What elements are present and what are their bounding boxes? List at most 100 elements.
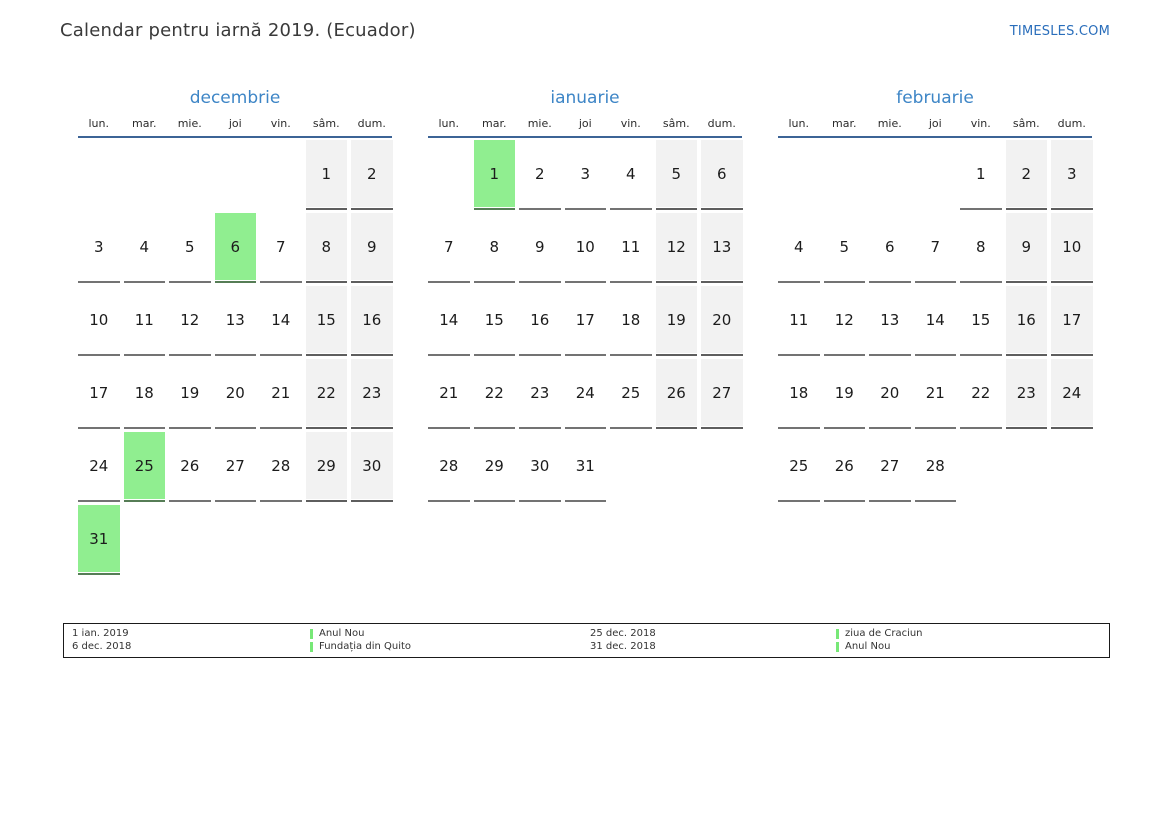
empty-cell <box>778 138 820 211</box>
empty-cell <box>428 138 470 211</box>
month-title: decembrie <box>78 88 392 108</box>
month-calendar: ianuarie lun.mar.mie.joivin.sâm.dum. 123… <box>428 88 742 503</box>
holiday-marker-icon <box>310 629 313 639</box>
empty-cell <box>610 430 652 503</box>
day-cell: 20 <box>701 284 743 357</box>
month-grid: 1234567891011121314151617181920212223242… <box>78 138 392 576</box>
day-cell: 28 <box>915 430 957 503</box>
day-cell: 2 <box>519 138 561 211</box>
empty-cell <box>124 138 166 211</box>
weekday-label: joi <box>215 117 257 130</box>
month-calendar: decembrie lun.mar.mie.joivin.sâm.dum. 12… <box>78 88 392 576</box>
day-cell: 7 <box>428 211 470 284</box>
legend-entry: ziua de Craciun <box>836 628 1109 641</box>
day-cell: 21 <box>260 357 302 430</box>
holiday-marker-icon <box>836 642 839 652</box>
months-row: decembrie lun.mar.mie.joivin.sâm.dum. 12… <box>78 88 1092 576</box>
weekday-header: lun.mar.mie.joivin.sâm.dum. <box>78 117 392 138</box>
day-cell: 8 <box>474 211 516 284</box>
day-cell: 28 <box>428 430 470 503</box>
day-cell: 4 <box>124 211 166 284</box>
holiday-day-cell: 25 <box>124 430 166 503</box>
weekday-label: sâm. <box>306 117 348 130</box>
legend-box: 1 ian. 20196 dec. 2018Anul NouFundația d… <box>63 623 1110 658</box>
brand-link[interactable]: TIMESLES.COM <box>1010 24 1110 39</box>
legend-date: 31 dec. 2018 <box>590 641 836 654</box>
weekday-label: lun. <box>428 117 470 130</box>
weekday-label: mie. <box>869 117 911 130</box>
legend-label: ziua de Craciun <box>845 628 923 641</box>
day-cell: 18 <box>124 357 166 430</box>
weekday-label: mar. <box>824 117 866 130</box>
day-cell: 26 <box>824 430 866 503</box>
day-cell: 13 <box>701 211 743 284</box>
empty-cell <box>351 503 393 576</box>
day-cell: 21 <box>915 357 957 430</box>
calendar-page: Calendar pentru iarnă 2019. (Ecuador) TI… <box>0 0 1169 658</box>
legend-date: 25 dec. 2018 <box>590 628 836 641</box>
day-cell: 3 <box>78 211 120 284</box>
day-cell: 20 <box>215 357 257 430</box>
day-cell: 12 <box>656 211 698 284</box>
day-cell: 19 <box>656 284 698 357</box>
day-cell: 24 <box>565 357 607 430</box>
day-cell: 10 <box>78 284 120 357</box>
day-cell: 15 <box>960 284 1002 357</box>
legend-entry: Anul Nou <box>310 628 590 641</box>
empty-cell <box>1051 430 1093 503</box>
day-cell: 30 <box>351 430 393 503</box>
legend-dates-column: 1 ian. 20196 dec. 2018 <box>72 628 310 653</box>
weekday-label: mie. <box>169 117 211 130</box>
holiday-marker-icon <box>836 629 839 639</box>
day-cell: 15 <box>474 284 516 357</box>
day-cell: 16 <box>1006 284 1048 357</box>
day-cell: 19 <box>824 357 866 430</box>
day-cell: 29 <box>474 430 516 503</box>
day-cell: 16 <box>351 284 393 357</box>
day-cell: 2 <box>1006 138 1048 211</box>
day-cell: 9 <box>519 211 561 284</box>
day-cell: 15 <box>306 284 348 357</box>
legend-dates-column: 25 dec. 201831 dec. 2018 <box>590 628 836 653</box>
day-cell: 24 <box>78 430 120 503</box>
day-cell: 24 <box>1051 357 1093 430</box>
empty-cell <box>215 503 257 576</box>
weekday-label: lun. <box>778 117 820 130</box>
weekday-label: dum. <box>1051 117 1093 130</box>
day-cell: 14 <box>260 284 302 357</box>
day-cell: 12 <box>169 284 211 357</box>
day-cell: 14 <box>428 284 470 357</box>
day-cell: 20 <box>869 357 911 430</box>
day-cell: 8 <box>960 211 1002 284</box>
day-cell: 27 <box>215 430 257 503</box>
empty-cell <box>960 430 1002 503</box>
legend-date: 1 ian. 2019 <box>72 628 310 641</box>
month-grid: 1234567891011121314151617181920212223242… <box>428 138 742 503</box>
holiday-day-cell: 31 <box>78 503 120 576</box>
empty-cell <box>701 430 743 503</box>
day-cell: 11 <box>778 284 820 357</box>
legend-entry: Fundația din Quito <box>310 641 590 654</box>
empty-cell <box>1006 430 1048 503</box>
day-cell: 13 <box>215 284 257 357</box>
legend-label: Anul Nou <box>319 628 364 641</box>
empty-cell <box>260 138 302 211</box>
weekday-label: lun. <box>78 117 120 130</box>
day-cell: 17 <box>78 357 120 430</box>
day-cell: 28 <box>260 430 302 503</box>
empty-cell <box>215 138 257 211</box>
day-cell: 27 <box>869 430 911 503</box>
day-cell: 26 <box>169 430 211 503</box>
day-cell: 18 <box>778 357 820 430</box>
weekday-label: mar. <box>124 117 166 130</box>
day-cell: 23 <box>351 357 393 430</box>
legend-entry: Anul Nou <box>836 641 1109 654</box>
weekday-label: mar. <box>474 117 516 130</box>
day-cell: 8 <box>306 211 348 284</box>
day-cell: 7 <box>915 211 957 284</box>
holiday-marker-icon <box>310 642 313 652</box>
legend-labels-column: ziua de CraciunAnul Nou <box>836 628 1109 653</box>
day-cell: 5 <box>656 138 698 211</box>
day-cell: 23 <box>519 357 561 430</box>
day-cell: 27 <box>701 357 743 430</box>
